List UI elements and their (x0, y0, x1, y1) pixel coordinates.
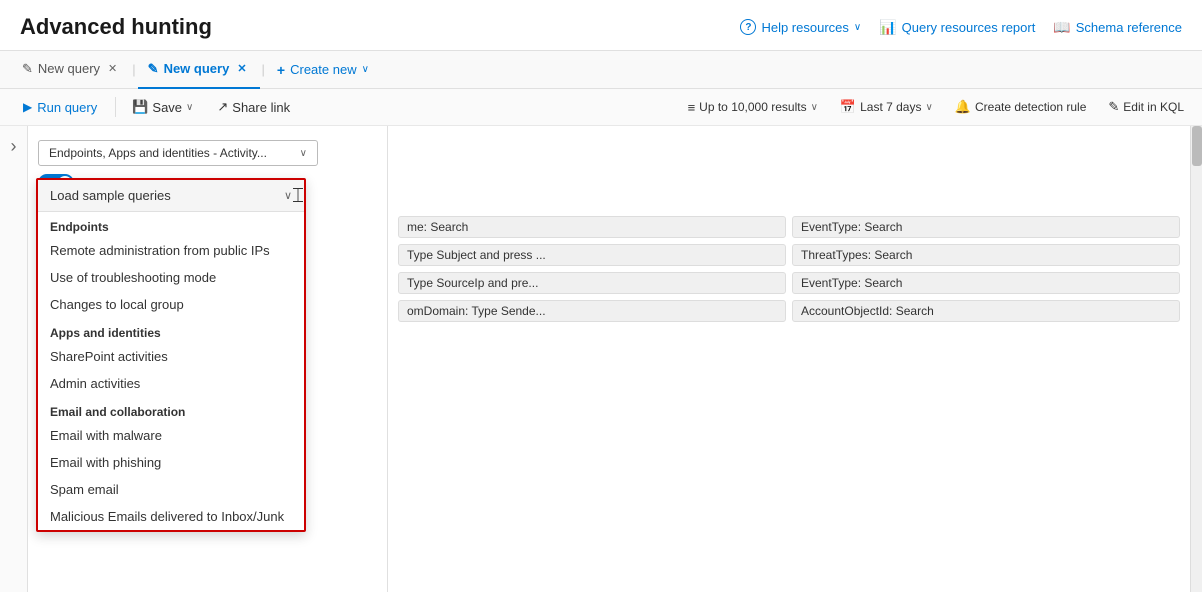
date-chevron: ∨ (925, 102, 932, 113)
query-resources-label: Query resources report (902, 20, 1036, 35)
table-selector[interactable]: Endpoints, Apps and identities - Activit… (38, 140, 318, 166)
book-icon: 📖 (1053, 19, 1070, 36)
help-circle-icon: ? (740, 19, 756, 35)
save-button[interactable]: 💾 Save ∨ (121, 94, 204, 120)
right-filter-2[interactable]: Type Subject and press ... (398, 244, 786, 266)
tabs-bar: ✎ New query ✕ | ✎ New query ✕ | + Create… (0, 51, 1202, 89)
edit-kql-label: Edit in KQL (1123, 100, 1184, 114)
dropdown-item-phishing[interactable]: Email with phishing (38, 449, 304, 476)
right-filter-5[interactable]: EventType: Search (792, 272, 1180, 294)
dropdown-item-troubleshooting[interactable]: Use of troubleshooting mode (38, 264, 304, 291)
dropdown-item-remote-admin[interactable]: Remote administration from public IPs (38, 237, 304, 264)
share-icon: ↗ (217, 99, 228, 115)
tab1-query-icon: ✎ (22, 61, 33, 77)
dropdown-header-label: Load sample queries (50, 188, 171, 203)
tab-1[interactable]: ✎ New query ✕ (12, 51, 130, 89)
dropdown-item-sharepoint[interactable]: SharePoint activities (38, 343, 304, 370)
dropdown-item-malware[interactable]: Email with malware (38, 422, 304, 449)
help-resources-button[interactable]: ? Help resources ∨ (740, 19, 861, 35)
sample-queries-dropdown: Load sample queries ∨ ⌶ Endpoints Remote… (36, 178, 306, 532)
expand-icon: › (11, 136, 17, 157)
section-email-header: Email and collaboration (38, 397, 304, 422)
chart-icon: 📊 (879, 19, 896, 36)
section-apps-header: Apps and identities (38, 318, 304, 343)
create-new-chevron: ∨ (362, 64, 369, 75)
tab2-query-icon: ✎ (148, 61, 159, 77)
date-range-label: Last 7 days (860, 100, 921, 114)
right-filter-7[interactable]: AccountObjectId: Search (792, 300, 1180, 322)
right-filter-4[interactable]: Type SourceIp and pre... (398, 272, 786, 294)
toolbar-sep1 (115, 97, 116, 117)
schema-reference-label: Schema reference (1076, 20, 1182, 35)
create-detection-button[interactable]: 🔔 Create detection rule (947, 96, 1095, 118)
dropdown-item-spam[interactable]: Spam email (38, 476, 304, 503)
date-range-button[interactable]: 📅 Last 7 days ∨ (832, 96, 941, 118)
right-filter-1[interactable]: EventType: Search (792, 216, 1180, 238)
tab2-separator: | (262, 62, 265, 77)
results-limit-button[interactable]: ≡ Up to 10,000 results ∨ (680, 97, 826, 118)
help-resources-label: Help resources (761, 20, 848, 35)
selector-chevron-icon: ∨ (300, 148, 307, 159)
dropdown-item-local-group[interactable]: Changes to local group (38, 291, 304, 318)
edit-icon: ✎ (1108, 99, 1119, 115)
tab2-close-icon[interactable]: ✕ (234, 60, 249, 77)
header-actions: ? Help resources ∨ 📊 Query resources rep… (740, 19, 1182, 36)
create-new-tab[interactable]: + Create new ∨ (267, 51, 379, 89)
right-filter-3[interactable]: ThreatTypes: Search (792, 244, 1180, 266)
table-selector-label: Endpoints, Apps and identities - Activit… (49, 146, 267, 160)
selector-row: Endpoints, Apps and identities - Activit… (28, 134, 387, 174)
save-chevron: ∨ (186, 102, 193, 113)
query-resources-button[interactable]: 📊 Query resources report (879, 19, 1035, 36)
create-detection-label: Create detection rule (975, 100, 1086, 114)
main-area: › Endpoints, Apps and identities - Activ… (0, 126, 1202, 592)
run-icon: ▶ (23, 100, 32, 114)
tab2-label: New query (164, 61, 230, 76)
sidebar-toggle[interactable]: › (0, 126, 28, 592)
edit-kql-button[interactable]: ✎ Edit in KQL (1100, 96, 1192, 118)
header: Advanced hunting ? Help resources ∨ 📊 Qu… (0, 0, 1202, 51)
right-panel: me: Search EventType: Search Type Subjec… (388, 126, 1190, 592)
save-icon: 💾 (132, 99, 148, 115)
cursor-icon: ⌶ (292, 185, 304, 208)
tab1-close-icon[interactable]: ✕ (105, 60, 120, 77)
dropdown-header-row[interactable]: Load sample queries ∨ ⌶ (38, 180, 304, 212)
help-chevron-icon: ∨ (854, 22, 861, 33)
tab1-label: New query (38, 61, 100, 76)
toolbar-right-group: ≡ Up to 10,000 results ∨ 📅 Last 7 days ∨… (680, 96, 1192, 118)
results-chevron: ∨ (811, 102, 818, 113)
section-endpoints-header: Endpoints (38, 212, 304, 237)
dropdown-item-admin[interactable]: Admin activities (38, 370, 304, 397)
right-filter-6[interactable]: omDomain: Type Sende... (398, 300, 786, 322)
scrollbar[interactable] (1190, 126, 1202, 592)
calendar-icon: 📅 (840, 99, 856, 115)
run-query-label: Run query (37, 100, 97, 115)
save-label: Save (152, 100, 182, 115)
tab-2[interactable]: ✎ New query ✕ (138, 51, 260, 89)
page-title: Advanced hunting (20, 14, 212, 40)
scrollbar-thumb[interactable] (1192, 126, 1202, 166)
dropdown-item-malicious[interactable]: Malicious Emails delivered to Inbox/Junk (38, 503, 304, 530)
left-panel: Endpoints, Apps and identities - Activit… (28, 126, 388, 592)
right-filters-grid: me: Search EventType: Search Type Subjec… (398, 134, 1180, 322)
results-icon: ≡ (688, 100, 696, 115)
bell-icon: 🔔 (955, 99, 971, 115)
schema-reference-button[interactable]: 📖 Schema reference (1053, 19, 1182, 36)
dropdown-chevron-icon: ∨ ⌶ (284, 189, 292, 202)
share-link-button[interactable]: ↗ Share link (206, 94, 301, 120)
plus-icon: + (277, 62, 285, 78)
run-query-button[interactable]: ▶ Run query (10, 95, 110, 120)
toolbar: ▶ Run query 💾 Save ∨ ↗ Share link ≡ Up t… (0, 89, 1202, 126)
results-limit-label: Up to 10,000 results (699, 100, 806, 114)
tab-separator: | (132, 62, 135, 77)
create-new-label: Create new (290, 62, 356, 77)
share-link-label: Share link (232, 100, 290, 115)
right-filter-0[interactable]: me: Search (398, 216, 786, 238)
